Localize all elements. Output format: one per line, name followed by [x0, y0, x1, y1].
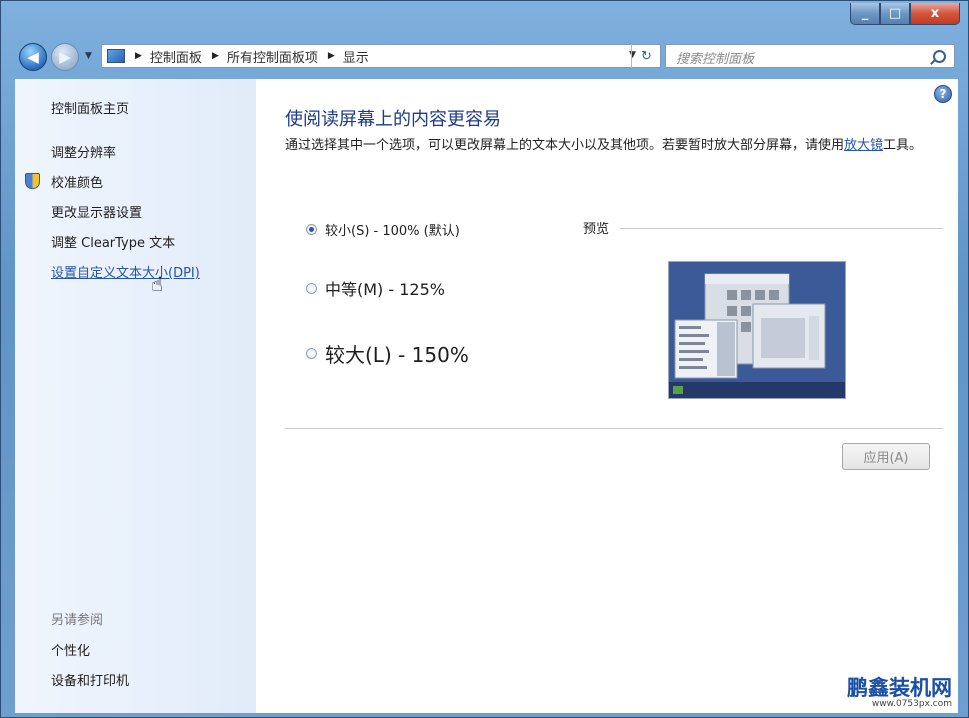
sidebar-custom-dpi[interactable]: 设置自定义文本大小(DPI)	[51, 262, 200, 281]
description-suffix: 工具。	[883, 138, 923, 153]
preview-screen-illustration	[669, 262, 845, 398]
search-placeholder: 搜索控制面板	[676, 52, 755, 67]
recent-pages-icon[interactable]: ▼	[85, 51, 92, 61]
page-title: 使阅读屏幕上的内容更容易	[285, 109, 501, 130]
description-text: 通过选择其中一个选项，可以更改屏幕上的文本大小以及其他项。若要暂时放大部分屏幕，…	[285, 138, 845, 153]
sidebar-personalization[interactable]: 个性化	[51, 640, 90, 659]
breadcrumb-separator[interactable]: ▶	[212, 51, 219, 61]
watermark-url: www.0753px.com	[871, 699, 952, 709]
radio-larger[interactable]	[306, 348, 317, 359]
back-button[interactable]: ◀	[19, 43, 47, 71]
option-smaller[interactable]: 较小(S) - 100% (默认)	[306, 220, 460, 239]
navigation-bar: ◀ ▶ ▼ ▶ 控制面板 ▶ 所有控制面板项 ▶ 显示 ▼ ↻ 搜索控制面板	[15, 41, 958, 73]
content-divider	[285, 428, 943, 429]
sidebar-display-settings[interactable]: 更改显示器设置	[51, 202, 142, 221]
apply-button[interactable]: 应用(A)	[842, 443, 930, 470]
see-also-heading: 另请参阅	[51, 613, 104, 628]
maximize-button[interactable]: □	[880, 3, 910, 25]
search-input[interactable]: 搜索控制面板	[665, 44, 955, 68]
magnifier-link[interactable]: 放大镜	[844, 138, 883, 153]
option-medium-label: 中等(M) - 125%	[325, 280, 445, 299]
search-icon[interactable]	[933, 50, 946, 63]
breadcrumb-control-panel[interactable]: 控制面板	[150, 47, 202, 66]
watermark: 鹏鑫装机网 www.0753px.com	[847, 677, 952, 709]
sidebar: 控制面板主页 调整分辨率 校准颜色 更改显示器设置 调整 ClearType 文…	[15, 79, 256, 713]
main-content: ? 使阅读屏幕上的内容更容易 通过选择其中一个选项，可以更改屏幕上的文本大小以及…	[256, 79, 958, 713]
watermark-title: 鹏鑫装机网	[847, 676, 952, 700]
shield-icon	[25, 173, 40, 189]
address-bar[interactable]: ▶ 控制面板 ▶ 所有控制面板项 ▶ 显示 ▼	[101, 44, 661, 68]
option-smaller-label: 较小(S) - 100% (默认)	[325, 224, 460, 239]
breadcrumb-all-items[interactable]: 所有控制面板项	[227, 47, 318, 66]
close-button[interactable]: x	[910, 3, 960, 25]
radio-smaller[interactable]	[306, 224, 317, 235]
help-icon[interactable]: ?	[934, 85, 952, 103]
option-larger-label: 较大(L) - 150%	[325, 343, 469, 367]
sidebar-home-link[interactable]: 控制面板主页	[51, 98, 129, 117]
option-medium[interactable]: 中等(M) - 125%	[306, 276, 445, 300]
caption-buttons: _ □ x	[850, 3, 960, 25]
minimize-button[interactable]: _	[850, 3, 880, 25]
sidebar-devices-printers[interactable]: 设备和打印机	[51, 670, 129, 689]
control-panel-icon	[107, 49, 125, 63]
control-panel-window: _ □ x ◀ ▶ ▼ ▶ 控制面板 ▶ 所有控制面板项 ▶ 显示 ▼ ↻ 搜索…	[0, 0, 969, 718]
breadcrumb-separator[interactable]: ▶	[328, 51, 335, 61]
option-larger[interactable]: 较大(L) - 150%	[306, 339, 469, 368]
breadcrumb-separator[interactable]: ▶	[135, 51, 142, 61]
sidebar-adjust-resolution[interactable]: 调整分辨率	[51, 142, 116, 161]
refresh-button[interactable]: ↻	[631, 44, 661, 68]
forward-button[interactable]: ▶	[51, 43, 79, 71]
preview-divider	[620, 228, 943, 229]
sidebar-calibrate-color[interactable]: 校准颜色	[51, 172, 103, 191]
page-description: 通过选择其中一个选项，可以更改屏幕上的文本大小以及其他项。若要暂时放大部分屏幕，…	[285, 136, 935, 156]
preview-image	[668, 261, 846, 399]
hand-cursor-icon: ☝	[151, 272, 164, 296]
sidebar-cleartype[interactable]: 调整 ClearType 文本	[51, 232, 175, 251]
breadcrumb-display[interactable]: 显示	[343, 47, 369, 66]
radio-medium[interactable]	[306, 282, 317, 294]
preview-label: 预览	[583, 222, 610, 237]
